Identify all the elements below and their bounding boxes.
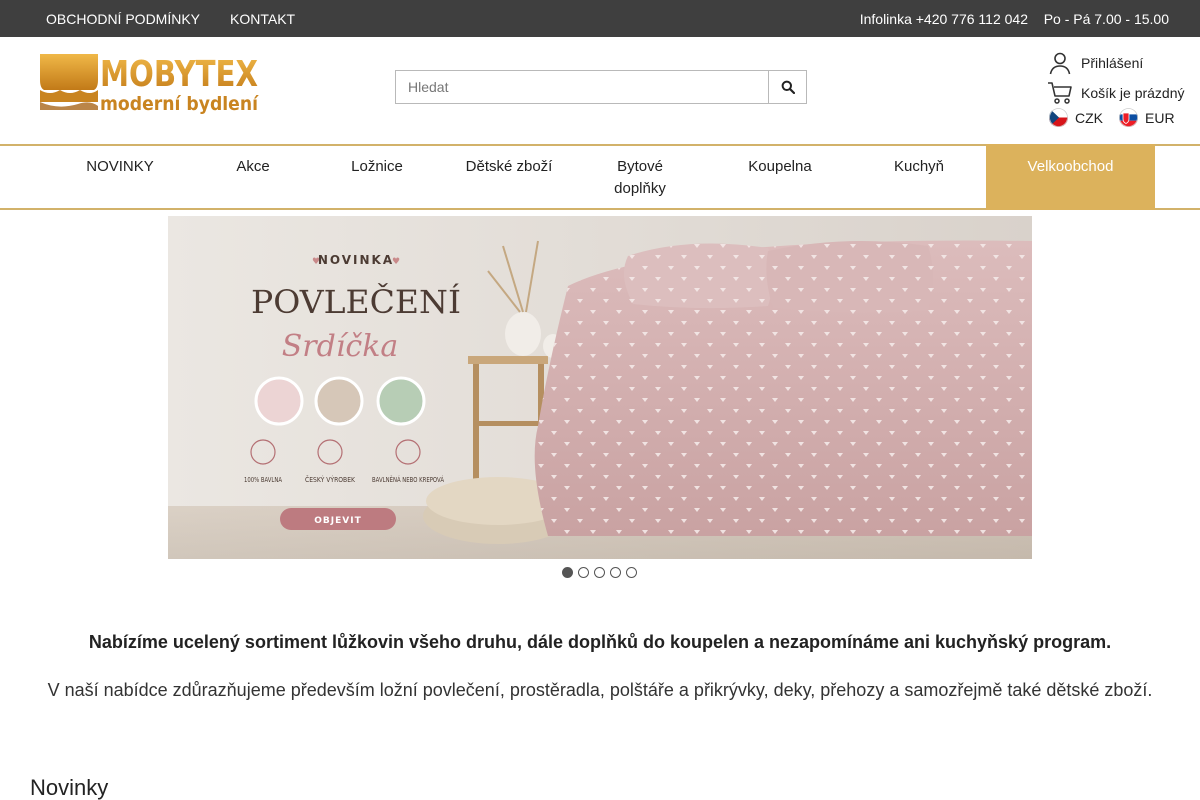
nav-item-velkoobchod[interactable]: Velkoobchod [986, 144, 1155, 210]
slider-dot-1[interactable] [562, 567, 573, 578]
cart-label: Košík je prázdný [1081, 85, 1185, 101]
banner-feature-1: 100% BAVLNA [244, 476, 282, 484]
top-bar: OBCHODNÍ PODMÍNKY KONTAKT Infolinka +420… [0, 0, 1200, 37]
intro-text: V naší nabídce zdůrazňujeme především lo… [47, 680, 1153, 700]
site-logo[interactable]: MOBYTEX moderní bydlení [38, 50, 260, 120]
login-label: Přihlášení [1081, 55, 1144, 71]
hotline-text: Infolinka +420 776 112 042 [859, 11, 1028, 27]
nav-item-koupelna[interactable]: Koupelna [730, 156, 830, 178]
hero-banner[interactable]: ♥ ♥ NOVINKA POVLEČENÍ Srdíčka 100% BAVLN… [168, 216, 1032, 559]
cz-flag-icon [1049, 108, 1068, 127]
section-title-novinky: Novinky [30, 775, 109, 800]
currency-czk[interactable]: CZK [1049, 108, 1103, 127]
banner-script-title: Srdíčka [282, 329, 399, 364]
search-icon [781, 80, 795, 94]
contact-link[interactable]: KONTAKT [230, 11, 295, 27]
slider-dots [562, 567, 642, 578]
banner-feature-3: BAVLNĚNÁ NEBO KREPOVÁ [372, 475, 444, 484]
intro-heading: Nabízíme ucelený sortiment lůžkovin všeh… [88, 632, 1112, 652]
nav-item-akce[interactable]: Akce [203, 156, 303, 178]
opening-hours-text: Po - Pá 7.00 - 15.00 [1043, 11, 1169, 27]
sk-flag-icon [1119, 108, 1138, 127]
banner-cta: OBJEVIT [314, 516, 361, 526]
currency-eur-label: EUR [1145, 109, 1175, 126]
slider-dot-4[interactable] [610, 567, 621, 578]
cart-link[interactable]: Košík je prázdný [1047, 80, 1185, 106]
search-bar [395, 70, 807, 104]
banner-title: POVLEČENÍ [251, 283, 461, 321]
slider-dot-2[interactable] [578, 567, 589, 578]
user-icon [1047, 50, 1073, 76]
cart-icon [1047, 80, 1073, 106]
login-link[interactable]: Přihlášení [1047, 50, 1143, 76]
search-input[interactable] [395, 70, 769, 104]
nav-item-detske-zbozi[interactable]: Dětské zboží [454, 156, 564, 178]
terms-link[interactable]: OBCHODNÍ PODMÍNKY [46, 11, 200, 27]
currency-czk-label: CZK [1075, 109, 1103, 126]
main-navigation: NOVINKY Akce Ložnice Dětské zboží Bytové… [0, 144, 1200, 210]
nav-item-loznice[interactable]: Ložnice [327, 156, 427, 178]
banner-kicker: NOVINKA [318, 253, 394, 267]
logo-tagline: moderní bydlení [100, 93, 259, 115]
nav-item-novinky[interactable]: NOVINKY [70, 156, 170, 178]
logo-brand: MOBYTEX [100, 54, 258, 95]
currency-eur[interactable]: EUR [1119, 108, 1175, 127]
nav-item-kuchyn[interactable]: Kuchyň [869, 156, 969, 178]
slider-dot-5[interactable] [626, 567, 637, 578]
search-button[interactable] [768, 70, 807, 104]
banner-feature-2: ČESKÝ VÝROBEK [305, 475, 355, 484]
nav-item-bytove-doplnky[interactable]: Bytové doplňky [595, 156, 685, 200]
slider-dot-3[interactable] [594, 567, 605, 578]
